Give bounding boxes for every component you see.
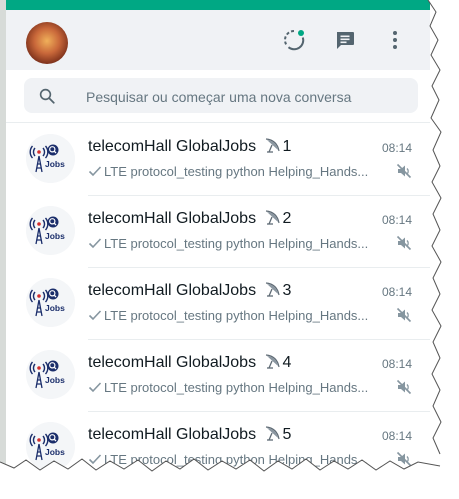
chat-number: 1	[282, 138, 292, 155]
chat-time: 08:14	[381, 285, 412, 299]
jobs-logo-text: Jobs	[45, 303, 65, 313]
group-avatar[interactable]: Jobs	[26, 278, 75, 327]
chat-title: telecomHall GlobalJobs 1	[88, 137, 291, 156]
chat-number: 5	[282, 426, 292, 443]
profile-avatar[interactable]	[26, 22, 68, 64]
chat-name: telecomHall GlobalJobs	[88, 354, 257, 371]
search-area	[6, 70, 430, 123]
chat-item[interactable]: Jobs telecomHall GlobalJobs 3 08:14 LTE …	[6, 267, 430, 340]
chat-name: telecomHall GlobalJobs	[88, 426, 257, 443]
search-input[interactable]	[84, 78, 408, 115]
chat-name: telecomHall GlobalJobs	[88, 282, 257, 299]
chat-body: telecomHall GlobalJobs 1 08:14 LTE proto…	[88, 123, 430, 196]
search-icon[interactable]	[38, 87, 56, 105]
muted-speaker-icon	[396, 307, 412, 323]
jobs-logo-icon: Jobs	[26, 350, 75, 399]
chat-number: 2	[282, 210, 292, 227]
menu-icon[interactable]	[383, 28, 407, 52]
chat-name: telecomHall GlobalJobs	[88, 210, 257, 227]
chat-list: Jobs telecomHall GlobalJobs 1 08:14 LTE …	[6, 123, 430, 476]
muted-speaker-icon	[396, 163, 412, 179]
jobs-logo-text: Jobs	[45, 159, 65, 169]
chat-time: 08:14	[381, 141, 412, 155]
jobs-logo-text: Jobs	[45, 231, 65, 241]
chat-item[interactable]: Jobs telecomHall GlobalJobs 2 08:14 LTE …	[6, 195, 430, 268]
chat-preview: LTE protocol_testing python Helping_Hand…	[88, 380, 378, 395]
torn-edge-bottom	[0, 458, 459, 499]
single-check-icon	[88, 238, 102, 249]
chat-name: telecomHall GlobalJobs	[88, 138, 257, 155]
search-box[interactable]	[24, 78, 418, 115]
chat-preview-text: LTE protocol_testing python Helping_Hand…	[104, 380, 369, 395]
chat-title: telecomHall GlobalJobs 3	[88, 281, 291, 300]
chat-preview: LTE protocol_testing python Helping_Hand…	[88, 236, 378, 251]
chat-number: 4	[282, 354, 292, 371]
chat-body: telecomHall GlobalJobs 3 08:14 LTE proto…	[88, 267, 430, 340]
chat-body: telecomHall GlobalJobs 2 08:14 LTE proto…	[88, 195, 430, 268]
panel-header	[6, 10, 430, 70]
single-check-icon	[88, 382, 102, 393]
chat-preview-text: LTE protocol_testing python Helping_Hand…	[104, 308, 369, 323]
chat-item[interactable]: Jobs telecomHall GlobalJobs 4 08:14 LTE …	[6, 339, 430, 412]
jobs-logo-icon: Jobs	[26, 206, 75, 255]
chat-time: 08:14	[381, 213, 412, 227]
chat-preview: LTE protocol_testing python Helping_Hand…	[88, 164, 378, 179]
satellite-dish-icon	[265, 282, 280, 297]
chat-number: 3	[282, 282, 292, 299]
jobs-logo-icon: Jobs	[26, 278, 75, 327]
top-accent-bar	[0, 0, 430, 10]
chat-time: 08:14	[381, 357, 412, 371]
chat-title: telecomHall GlobalJobs 5	[88, 425, 291, 444]
muted-speaker-icon	[396, 379, 412, 395]
satellite-dish-icon	[265, 426, 280, 441]
status-icon[interactable]	[282, 28, 306, 52]
whatsapp-window: Jobs telecomHall GlobalJobs 1 08:14 LTE …	[0, 0, 430, 476]
muted-speaker-icon	[396, 235, 412, 251]
chat-preview-text: LTE protocol_testing python Helping_Hand…	[104, 236, 369, 251]
chat-title: telecomHall GlobalJobs 4	[88, 353, 291, 372]
jobs-logo-icon: Jobs	[26, 134, 75, 183]
chat-preview: LTE protocol_testing python Helping_Hand…	[88, 308, 378, 323]
satellite-dish-icon	[265, 138, 280, 153]
group-avatar[interactable]: Jobs	[26, 206, 75, 255]
chat-list-panel: Jobs telecomHall GlobalJobs 1 08:14 LTE …	[6, 10, 430, 476]
group-avatar[interactable]: Jobs	[26, 134, 75, 183]
chat-preview-text: LTE protocol_testing python Helping_Hand…	[104, 164, 369, 179]
new-chat-icon[interactable]	[333, 28, 357, 52]
single-check-icon	[88, 166, 102, 177]
torn-edge-right	[427, 0, 459, 455]
group-avatar[interactable]: Jobs	[26, 350, 75, 399]
chat-time: 08:14	[381, 429, 412, 443]
single-check-icon	[88, 310, 102, 321]
jobs-logo-text: Jobs	[45, 375, 65, 385]
chat-body: telecomHall GlobalJobs 4 08:14 LTE proto…	[88, 339, 430, 412]
satellite-dish-icon	[265, 354, 280, 369]
satellite-dish-icon	[265, 210, 280, 225]
chat-title: telecomHall GlobalJobs 2	[88, 209, 291, 228]
chat-item[interactable]: Jobs telecomHall GlobalJobs 1 08:14 LTE …	[6, 123, 430, 196]
